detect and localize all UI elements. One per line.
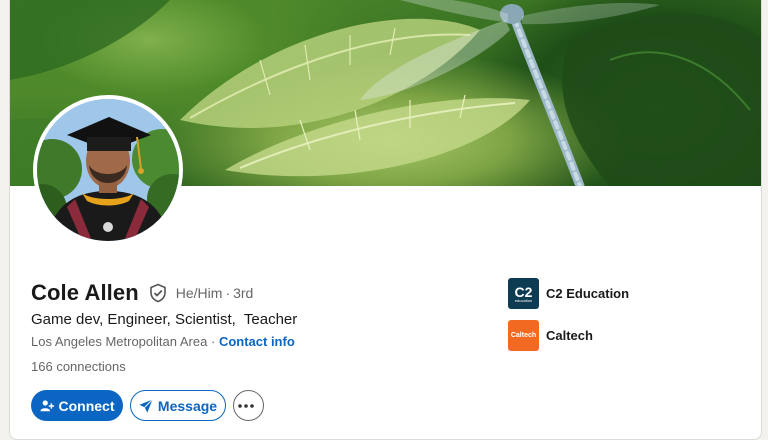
connection-degree: 3rd [233,285,254,301]
organization-name: Caltech [546,328,593,343]
caltech-logo: Caltech [508,320,539,351]
separator-dot: · [225,285,231,301]
ellipsis-icon [238,403,254,408]
profile-name-row: Cole Allen He/Him · 3rd [31,280,253,306]
organization-caltech[interactable]: Caltech Caltech [508,320,593,351]
message-button[interactable]: Message [130,390,226,421]
connections-label: connections [56,359,126,374]
caltech-logo-text: Caltech [510,332,537,339]
more-actions-button[interactable] [233,390,264,421]
profile-name: Cole Allen [31,280,139,305]
connections-count[interactable]: 166 connections [31,359,126,374]
send-icon [139,398,153,413]
connections-number: 166 [31,359,53,374]
c2-logo-subtext: education [514,298,533,303]
location-separator: · [210,334,216,349]
verified-shield-icon[interactable] [148,283,168,303]
connect-button-label: Connect [58,397,115,414]
profile-location: Los Angeles Metropolitan Area [31,334,208,349]
connect-button[interactable]: Connect [31,390,123,421]
add-person-icon [39,399,54,411]
c2-education-logo: C2 education [508,278,539,309]
avatar-photo [37,99,179,241]
profile-pronouns: He/Him [175,285,223,301]
organization-name: C2 Education [546,286,630,301]
profile-headline: Game dev, Engineer, Scientist, Teacher [31,311,298,328]
profile-card: Cole Allen He/Him · 3rd Game dev, Engine… [9,0,762,440]
contact-info-link[interactable]: Contact info [219,334,295,349]
profile-avatar[interactable] [33,95,183,245]
message-button-label: Message [157,397,218,414]
profile-location-row: Los Angeles Metropolitan Area · Contact … [31,334,295,349]
organization-c2-education[interactable]: C2 education C2 Education [508,278,629,309]
